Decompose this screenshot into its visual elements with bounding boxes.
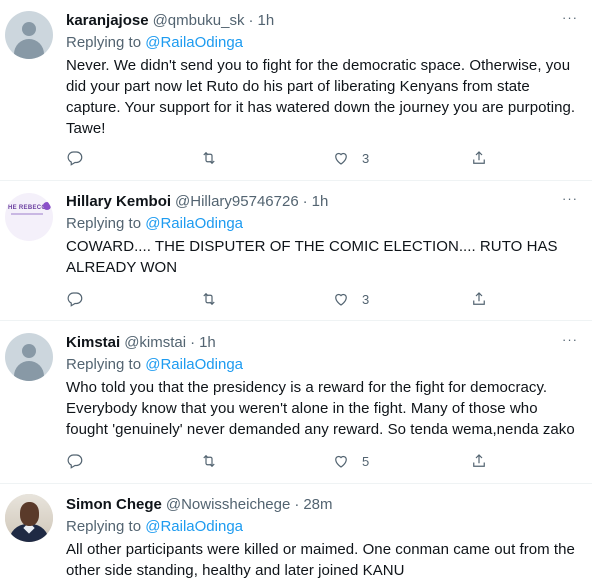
like-count: 3 — [362, 150, 370, 166]
user-handle[interactable]: @qmbuku_sk — [153, 11, 245, 31]
display-name[interactable]: Kimstai — [66, 333, 120, 353]
user-handle[interactable]: @Nowissheichege — [166, 495, 290, 515]
more-icon[interactable]: ··· — [560, 333, 580, 353]
user-handle[interactable]: @kimstai — [124, 333, 186, 353]
tweet-actions: 3 — [66, 289, 496, 309]
share-icon — [473, 292, 485, 305]
default-avatar-head — [22, 344, 36, 358]
like-icon — [335, 152, 347, 165]
like-button[interactable]: 5 — [332, 451, 369, 471]
retweet-button[interactable] — [200, 148, 218, 168]
tweet[interactable]: karanjajose @qmbuku_sk · 1h ··· Replying… — [0, 0, 592, 181]
replying-to-label: Replying to — [66, 34, 146, 51]
more-icon[interactable]: ··· — [560, 192, 580, 212]
tweet-text: Who told you that the presidency is a re… — [66, 379, 575, 438]
avatar-logo-mark — [43, 202, 51, 210]
like-icon — [335, 455, 347, 468]
reply-icon — [67, 454, 83, 469]
user-handle[interactable]: @Hillary95746726 — [175, 192, 299, 212]
avatar[interactable]: HE REBECCA — [5, 193, 53, 241]
replying-to: Replying to @RailaOdinga — [66, 355, 576, 375]
share-button[interactable] — [470, 148, 488, 168]
tweet-actions: 5 — [66, 451, 496, 471]
reply-feed: karanjajose @qmbuku_sk · 1h ··· Replying… — [0, 0, 592, 581]
timestamp[interactable]: 28m — [303, 495, 332, 515]
retweet-icon — [203, 292, 215, 306]
avatar[interactable] — [5, 494, 53, 542]
replying-to: Replying to @RailaOdinga — [66, 214, 576, 234]
like-count: 5 — [362, 453, 370, 469]
like-count: 3 — [362, 291, 370, 307]
retweet-icon — [203, 454, 215, 468]
default-avatar-body — [14, 39, 44, 59]
tweet[interactable]: Simon Chege @Nowissheichege · 28m Replyi… — [0, 484, 592, 581]
display-name[interactable]: karanjajose — [66, 11, 149, 31]
share-button[interactable] — [470, 289, 488, 309]
tweet-text: All other participants were killed or ma… — [66, 541, 575, 579]
reply-button[interactable] — [66, 289, 84, 309]
tweet-actions: 3 — [66, 148, 496, 168]
tweet[interactable]: Kimstai @kimstai · 1h ··· Replying to @R… — [0, 321, 592, 484]
replying-to-label: Replying to — [66, 356, 146, 373]
replying-to: Replying to @RailaOdinga — [66, 517, 576, 537]
reply-button[interactable] — [66, 148, 84, 168]
timestamp[interactable]: 1h — [199, 333, 216, 353]
separator-dot: · — [248, 12, 254, 29]
default-avatar-body — [14, 361, 44, 381]
timestamp[interactable]: 1h — [312, 192, 329, 212]
avatar[interactable] — [5, 11, 53, 59]
tweet-text: Never. We didn't send you to fight for t… — [66, 57, 576, 137]
retweet-icon — [203, 151, 215, 165]
reply-button[interactable] — [66, 451, 84, 471]
avatar[interactable] — [5, 333, 53, 381]
like-icon — [335, 293, 347, 306]
tweet-text: COWARD.... THE DISPUTER OF THE COMIC ELE… — [66, 238, 558, 276]
reply-icon — [67, 292, 83, 307]
tweet-header: Simon Chege @Nowissheichege · 28m — [66, 495, 576, 515]
avatar-photo-face — [20, 502, 39, 526]
display-name[interactable]: Simon Chege — [66, 495, 162, 515]
mention-link[interactable]: @RailaOdinga — [145, 215, 243, 232]
reply-icon — [67, 151, 83, 166]
share-button[interactable] — [470, 451, 488, 471]
tweet-header: karanjajose @qmbuku_sk · 1h ··· — [66, 11, 577, 31]
separator-dot: · — [190, 334, 196, 351]
retweet-button[interactable] — [200, 451, 218, 471]
separator-dot: · — [302, 193, 308, 210]
replying-to-label: Replying to — [66, 215, 146, 232]
display-name[interactable]: Hillary Kemboi — [66, 192, 171, 212]
retweet-button[interactable] — [200, 289, 218, 309]
tweet-header: Kimstai @kimstai · 1h ··· — [66, 333, 577, 353]
like-button[interactable]: 3 — [332, 289, 369, 309]
mention-link[interactable]: @RailaOdinga — [145, 34, 243, 51]
mention-link[interactable]: @RailaOdinga — [145, 356, 243, 373]
share-icon — [473, 454, 485, 467]
tweet[interactable]: HE REBECCA Hillary Kemboi @Hillary957467… — [0, 181, 592, 321]
more-icon[interactable]: ··· — [560, 11, 580, 31]
like-button[interactable]: 3 — [332, 148, 369, 168]
mention-link[interactable]: @RailaOdinga — [145, 518, 243, 535]
timestamp[interactable]: 1h — [258, 11, 275, 31]
avatar-logo-line — [11, 213, 43, 215]
share-icon — [473, 151, 485, 164]
tweet-header: Hillary Kemboi @Hillary95746726 · 1h ··· — [66, 192, 577, 212]
replying-to-label: Replying to — [66, 518, 146, 535]
default-avatar-head — [22, 22, 36, 36]
separator-dot: · — [294, 496, 300, 513]
replying-to: Replying to @RailaOdinga — [66, 33, 576, 53]
